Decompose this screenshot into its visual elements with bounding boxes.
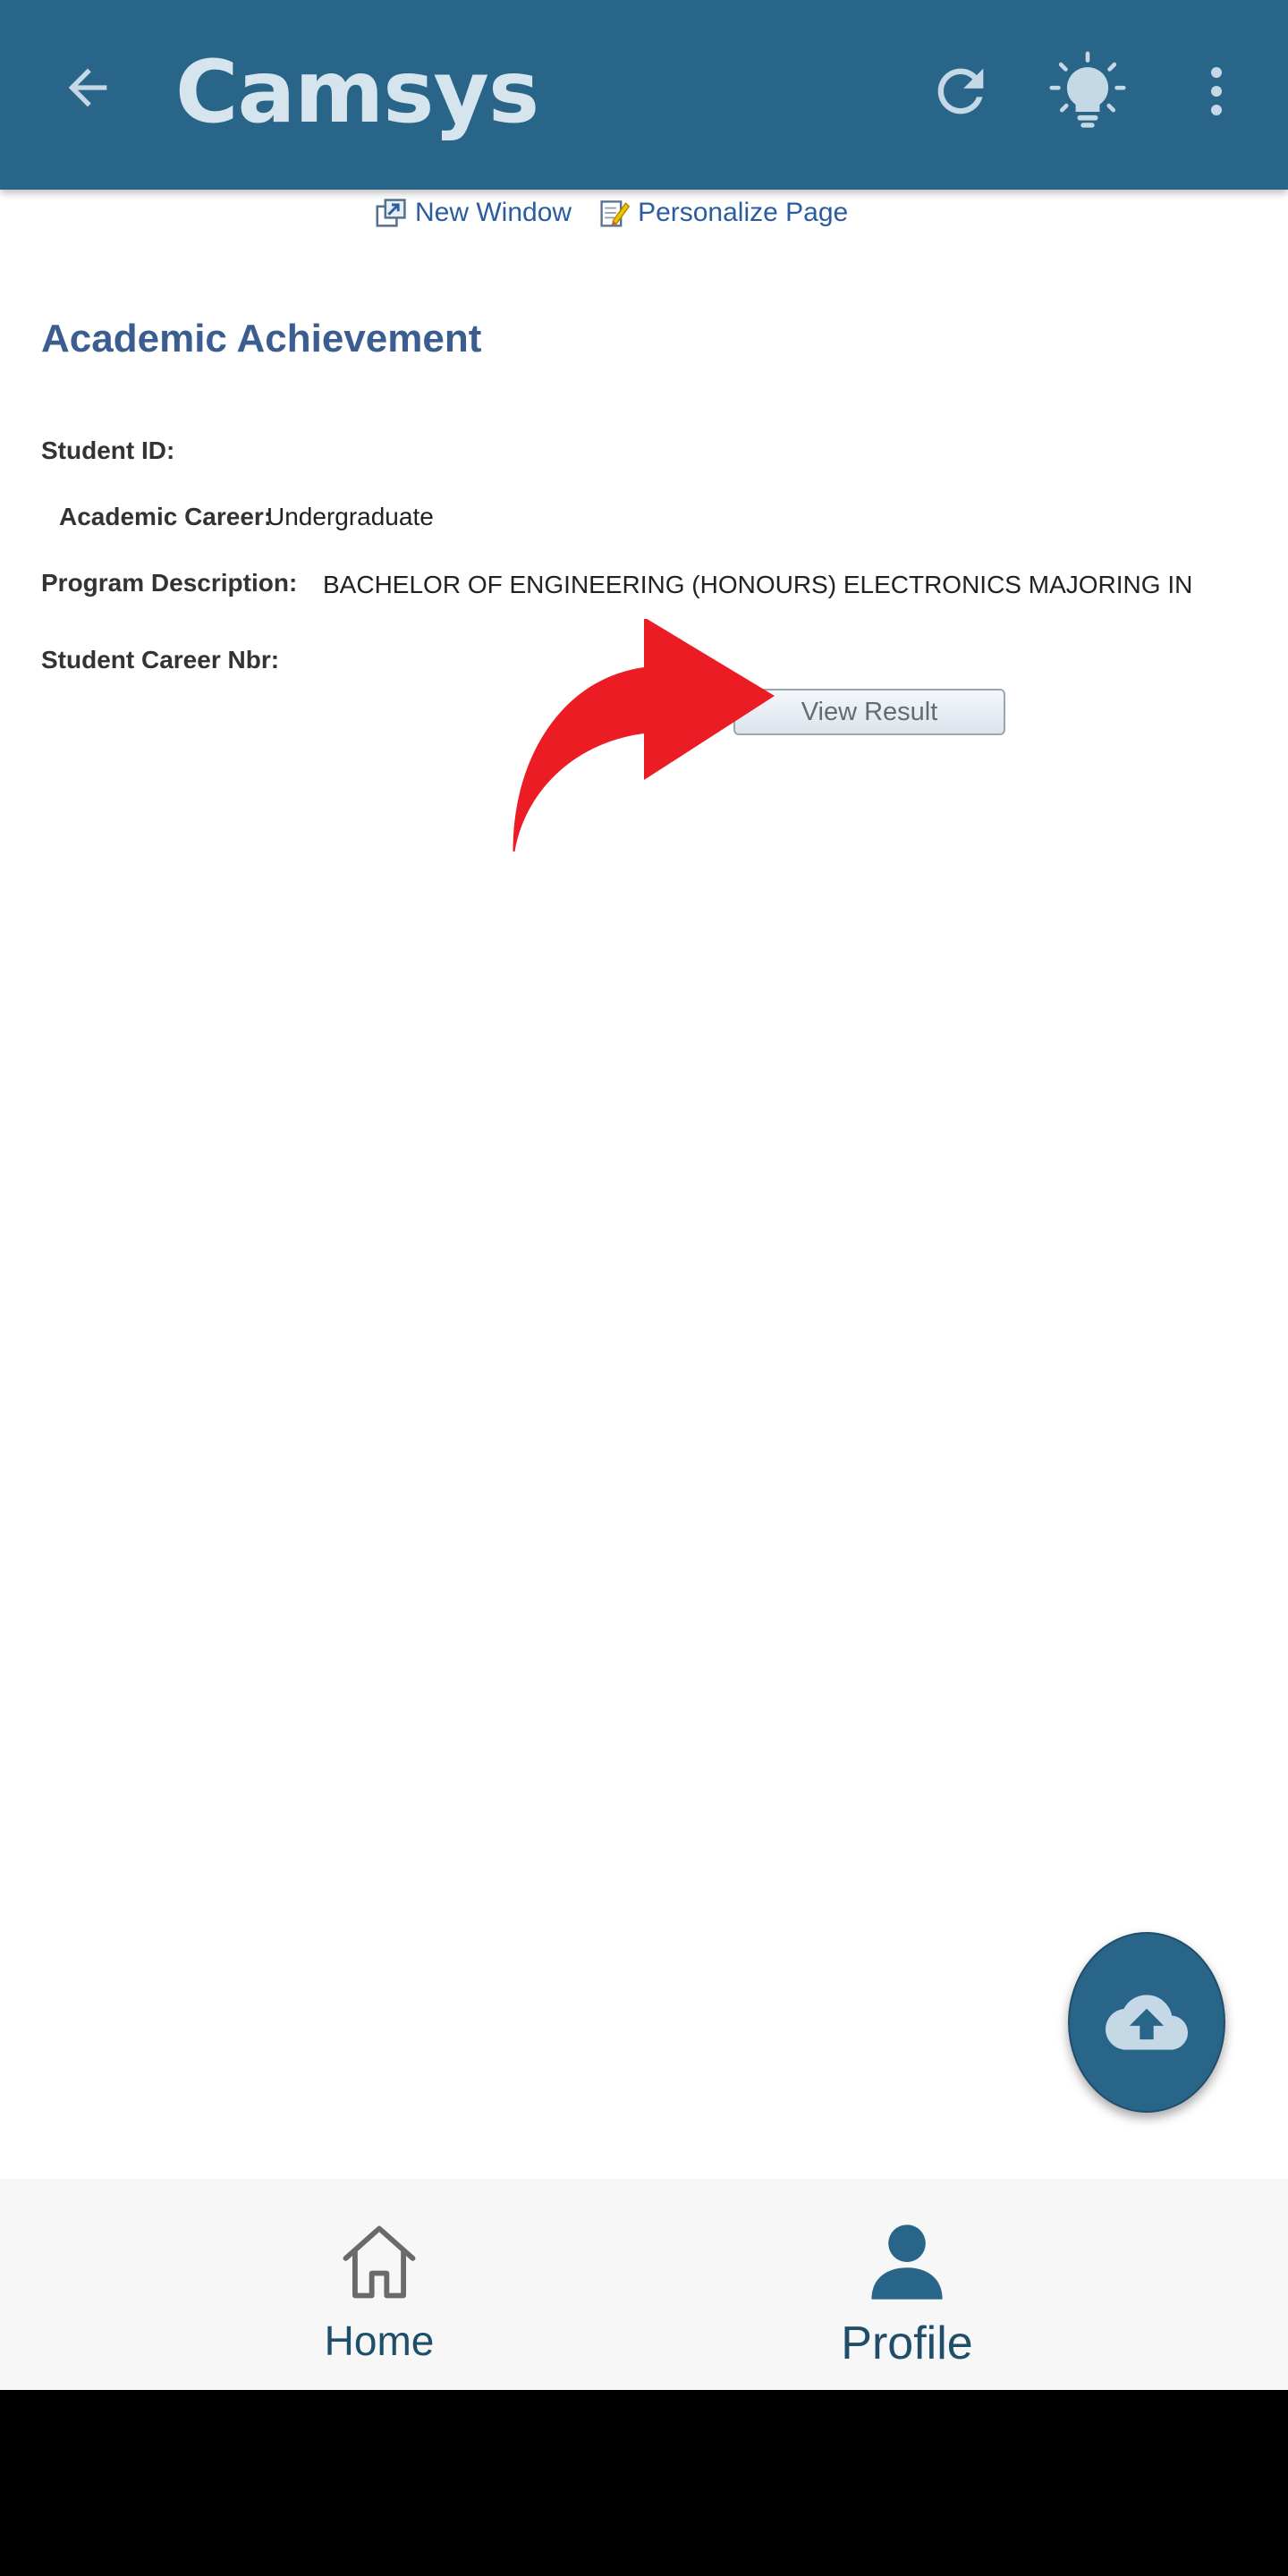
app-title: Camsys bbox=[175, 42, 539, 142]
refresh-button[interactable] bbox=[916, 47, 1005, 136]
student-career-nbr-label: Student Career Nbr: bbox=[41, 646, 280, 674]
system-navigation-bar bbox=[0, 2390, 1288, 2576]
person-icon bbox=[871, 2224, 943, 2300]
new-window-icon bbox=[376, 199, 406, 227]
app-bar: Camsys bbox=[0, 0, 1288, 190]
upload-fab[interactable] bbox=[1068, 1932, 1225, 2113]
nav-label-home: Home bbox=[324, 2318, 435, 2364]
new-window-label: New Window bbox=[415, 198, 572, 227]
home-icon-wrap bbox=[330, 2213, 428, 2311]
bottom-navigation: Home Profile bbox=[0, 2179, 1288, 2390]
page-title: Academic Achievement bbox=[41, 317, 482, 360]
cloud-upload-icon bbox=[1106, 1995, 1188, 2050]
personalize-page-label: Personalize Page bbox=[638, 198, 849, 227]
program-description-label: Program Description: bbox=[41, 569, 298, 597]
nav-label-profile: Profile bbox=[841, 2318, 973, 2369]
nav-item-home[interactable]: Home bbox=[245, 2179, 513, 2390]
more-vertical-icon bbox=[1211, 67, 1222, 115]
student-id-label: Student ID: bbox=[41, 436, 175, 464]
home-icon bbox=[343, 2225, 416, 2299]
academic-career-label: Academic Career: bbox=[59, 503, 273, 530]
notepad-pencil-icon bbox=[600, 200, 631, 227]
nav-item-profile[interactable]: Profile bbox=[773, 2179, 1041, 2390]
person-icon-wrap bbox=[858, 2213, 956, 2311]
tips-button[interactable] bbox=[1043, 47, 1132, 136]
page-links: New Window Personalize Page bbox=[376, 197, 848, 229]
arrow-left-icon bbox=[68, 68, 107, 107]
program-description-value: BACHELOR OF ENGINEERING (HONOURS) ELECTR… bbox=[323, 571, 1193, 598]
new-window-link[interactable]: New Window bbox=[376, 197, 572, 229]
more-options-button[interactable] bbox=[1172, 47, 1261, 136]
annotation-arrow-icon bbox=[513, 619, 775, 852]
academic-career-value: Undergraduate bbox=[267, 503, 434, 530]
lightbulb-icon bbox=[1049, 51, 1126, 128]
refresh-icon bbox=[937, 68, 984, 114]
back-button[interactable] bbox=[52, 52, 123, 123]
page-content: New Window Personalize Page Academic Ach… bbox=[0, 190, 1288, 2179]
personalize-page-link[interactable]: Personalize Page bbox=[598, 197, 848, 229]
